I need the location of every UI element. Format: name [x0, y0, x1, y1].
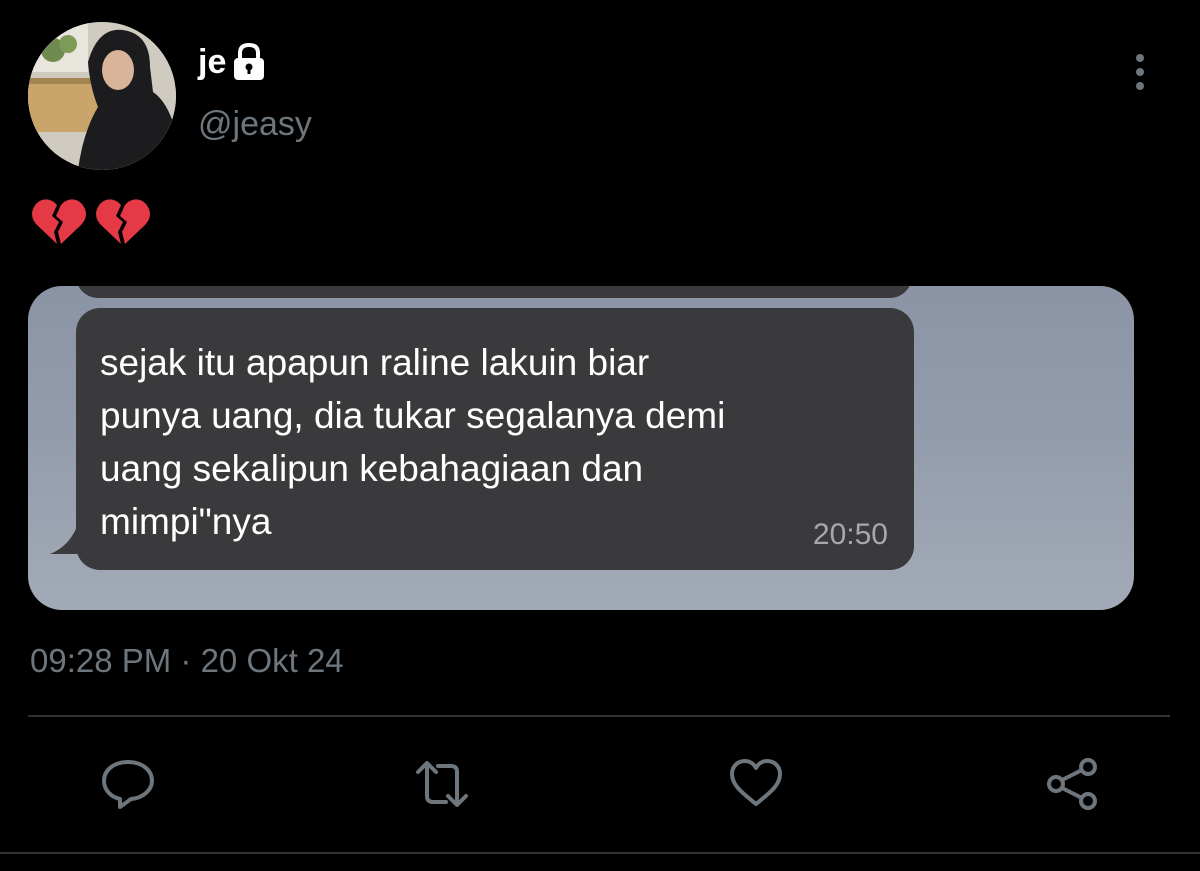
more-vertical-icon	[1136, 54, 1144, 90]
chat-bubble: sejak itu apapun raline lakuin biar puny…	[76, 308, 914, 570]
broken-heart-icon	[94, 194, 152, 252]
like-button[interactable]	[728, 756, 784, 812]
tweet-timestamp[interactable]: 09:28 PM · 20 Okt 24	[30, 640, 344, 682]
broken-heart-icon	[30, 194, 88, 252]
retweet-icon	[416, 761, 468, 807]
chat-message-time: 20:50	[812, 518, 888, 551]
share-button[interactable]	[1044, 756, 1100, 812]
author-name-row: je	[198, 42, 266, 82]
chat-message-text: sejak itu apapun raline lakuin biar puny…	[100, 342, 726, 542]
avatar[interactable]	[28, 22, 176, 170]
retweet-button[interactable]	[414, 756, 470, 812]
previous-chat-bubble	[76, 286, 912, 298]
tweet-media-image[interactable]: sejak itu apapun raline lakuin biar puny…	[28, 286, 1134, 610]
divider	[28, 715, 1170, 717]
heart-icon	[730, 759, 782, 806]
bottom-divider	[0, 852, 1200, 854]
tweet-text	[30, 194, 152, 252]
reply-icon	[102, 760, 154, 809]
display-name[interactable]: je	[198, 42, 226, 82]
reply-button[interactable]	[100, 756, 156, 812]
share-icon	[1047, 758, 1097, 810]
more-options-button[interactable]	[1122, 50, 1158, 94]
lock-icon	[232, 42, 266, 81]
author-handle[interactable]: @jeasy	[198, 104, 312, 144]
